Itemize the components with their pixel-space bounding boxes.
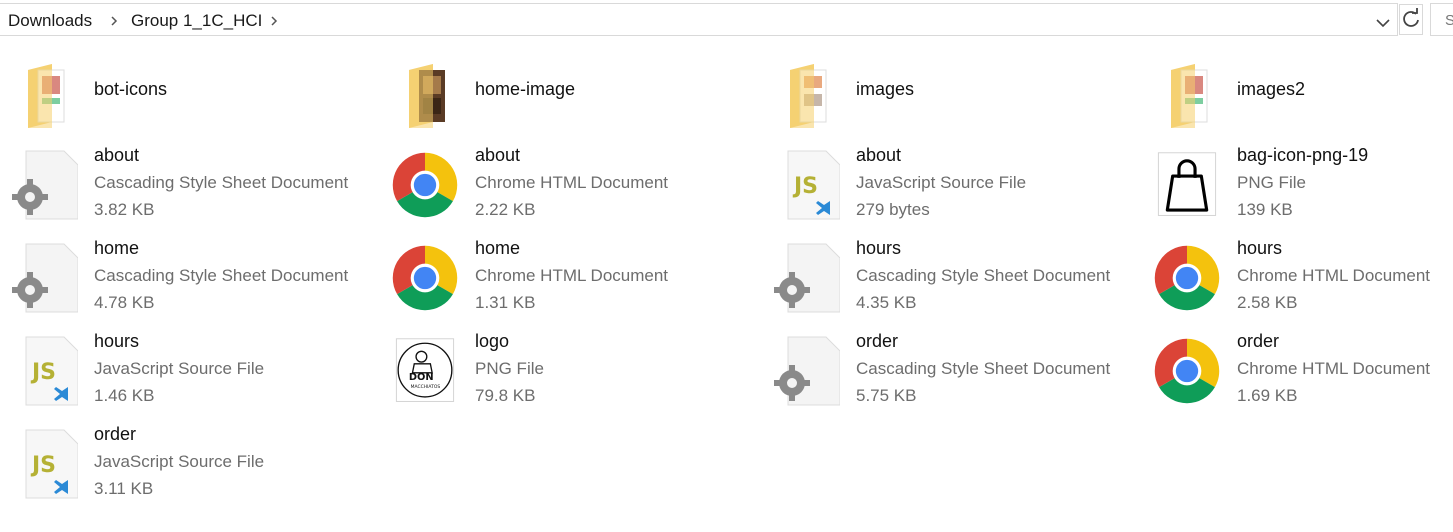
file-name: about: [94, 145, 140, 165]
chrome-icon: [1154, 338, 1220, 404]
file-type: Cascading Style Sheet Document: [856, 359, 1111, 378]
file-size: 2.58 KB: [1237, 293, 1298, 312]
css-gear-icon: [12, 150, 78, 220]
file-type: PNG File: [475, 359, 544, 378]
file-type: PNG File: [1237, 173, 1306, 192]
file-size: 2.22 KB: [475, 200, 536, 219]
address-box[interactable]: Downloads Group 1_1C_HCI: [0, 3, 1398, 36]
bag-thumbnail-icon: [1157, 152, 1217, 216]
svg-text:JS: JS: [792, 174, 818, 199]
folder-item[interactable]: images2: [1157, 62, 1453, 132]
refresh-icon: [1403, 8, 1419, 27]
file-type: Cascading Style Sheet Document: [94, 266, 349, 285]
file-item[interactable]: JS order JavaScript Source File 3.11 KB: [0, 424, 381, 514]
folder-icon: [790, 64, 827, 128]
file-item[interactable]: about Cascading Style Sheet Document 3.8…: [0, 145, 381, 235]
file-size: 279 bytes: [856, 200, 930, 219]
file-item[interactable]: home Cascading Style Sheet Document 4.78…: [0, 238, 381, 328]
file-name: home: [475, 238, 521, 258]
file-name: order: [856, 331, 899, 351]
chevron-right-icon[interactable]: [108, 15, 120, 27]
file-size: 1.69 KB: [1237, 386, 1298, 405]
file-name: home-image: [475, 79, 576, 99]
file-size: 79.8 KB: [475, 386, 536, 405]
chevron-down-icon[interactable]: [1374, 14, 1392, 32]
file-type: JavaScript Source File: [94, 452, 265, 471]
file-item[interactable]: about Chrome HTML Document 2.22 KB: [381, 145, 762, 235]
file-size: 3.11 KB: [94, 479, 154, 498]
file-name: bag-icon-png-19: [1237, 145, 1369, 165]
file-size: 5.75 KB: [856, 386, 917, 405]
svg-text:DON: DON: [409, 372, 434, 383]
css-gear-icon: [774, 336, 840, 406]
file-name: order: [1237, 331, 1280, 351]
file-item[interactable]: JS about JavaScript Source File 279 byte…: [762, 145, 1143, 235]
file-type: JavaScript Source File: [94, 359, 265, 378]
file-size: 4.35 KB: [856, 293, 917, 312]
file-item[interactable]: order Chrome HTML Document 1.69 KB: [1143, 331, 1453, 421]
file-size: 1.31 KB: [475, 293, 536, 312]
folder-icon: [409, 64, 445, 128]
file-size: 3.82 KB: [94, 200, 155, 219]
file-type: Chrome HTML Document: [475, 173, 669, 192]
logo-thumbnail-icon: DON MACCHIATOS: [395, 338, 455, 402]
file-item[interactable]: order Cascading Style Sheet Document 5.7…: [762, 331, 1143, 421]
svg-text:JS: JS: [30, 360, 56, 385]
address-bar: Downloads Group 1_1C_HCI S: [0, 0, 1453, 40]
folder-icon: [28, 64, 65, 128]
css-gear-icon: [774, 243, 840, 313]
file-type: Chrome HTML Document: [1237, 266, 1431, 285]
file-name: images2: [1237, 79, 1306, 99]
file-name: home: [94, 238, 140, 258]
file-item[interactable]: DON MACCHIATOS logo PNG File 79.8 KB: [381, 331, 762, 421]
file-item[interactable]: hours Chrome HTML Document 2.58 KB: [1143, 238, 1453, 328]
file-item[interactable]: bag-icon-png-19 PNG File 139 KB: [1143, 145, 1453, 235]
breadcrumb-group[interactable]: Group 1_1C_HCI: [131, 11, 262, 31]
file-name: about: [856, 145, 902, 165]
file-name: hours: [94, 331, 140, 351]
file-type: Chrome HTML Document: [1237, 359, 1431, 378]
search-placeholder: S: [1445, 12, 1453, 29]
js-file-icon: JS: [787, 150, 840, 220]
file-name: images: [856, 79, 915, 99]
js-file-icon: JS: [25, 336, 78, 406]
svg-text:JS: JS: [30, 453, 56, 478]
file-name: about: [475, 145, 521, 165]
chevron-right-icon[interactable]: [268, 15, 280, 27]
chrome-icon: [392, 152, 458, 218]
file-name: logo: [475, 331, 510, 351]
file-item[interactable]: home Chrome HTML Document 1.31 KB: [381, 238, 762, 328]
chrome-icon: [392, 245, 458, 311]
folder-item[interactable]: home-image: [395, 62, 776, 132]
breadcrumb-downloads[interactable]: Downloads: [8, 11, 92, 31]
folder-icon: [1171, 64, 1208, 128]
file-item[interactable]: JS hours JavaScript Source File 1.46 KB: [0, 331, 381, 421]
file-size: 4.78 KB: [94, 293, 155, 312]
folder-item[interactable]: bot-icons: [14, 62, 395, 132]
file-size: 139 KB: [1237, 200, 1293, 219]
file-name: bot-icons: [94, 79, 168, 99]
folder-item[interactable]: images: [776, 62, 1157, 132]
file-name: hours: [1237, 238, 1283, 258]
svg-text:MACCHIATOS: MACCHIATOS: [411, 384, 441, 390]
js-file-icon: JS: [25, 429, 78, 499]
file-size: 1.46 KB: [94, 386, 155, 405]
css-gear-icon: [12, 243, 78, 313]
file-name: hours: [856, 238, 902, 258]
file-type: Cascading Style Sheet Document: [94, 173, 349, 192]
chrome-icon: [1154, 245, 1220, 311]
file-name: order: [94, 424, 137, 444]
file-item[interactable]: hours Cascading Style Sheet Document 4.3…: [762, 238, 1143, 328]
refresh-button[interactable]: [1399, 4, 1423, 35]
file-type: JavaScript Source File: [856, 173, 1027, 192]
file-type: Chrome HTML Document: [475, 266, 669, 285]
search-input[interactable]: S: [1430, 3, 1453, 36]
file-type: Cascading Style Sheet Document: [856, 266, 1111, 285]
